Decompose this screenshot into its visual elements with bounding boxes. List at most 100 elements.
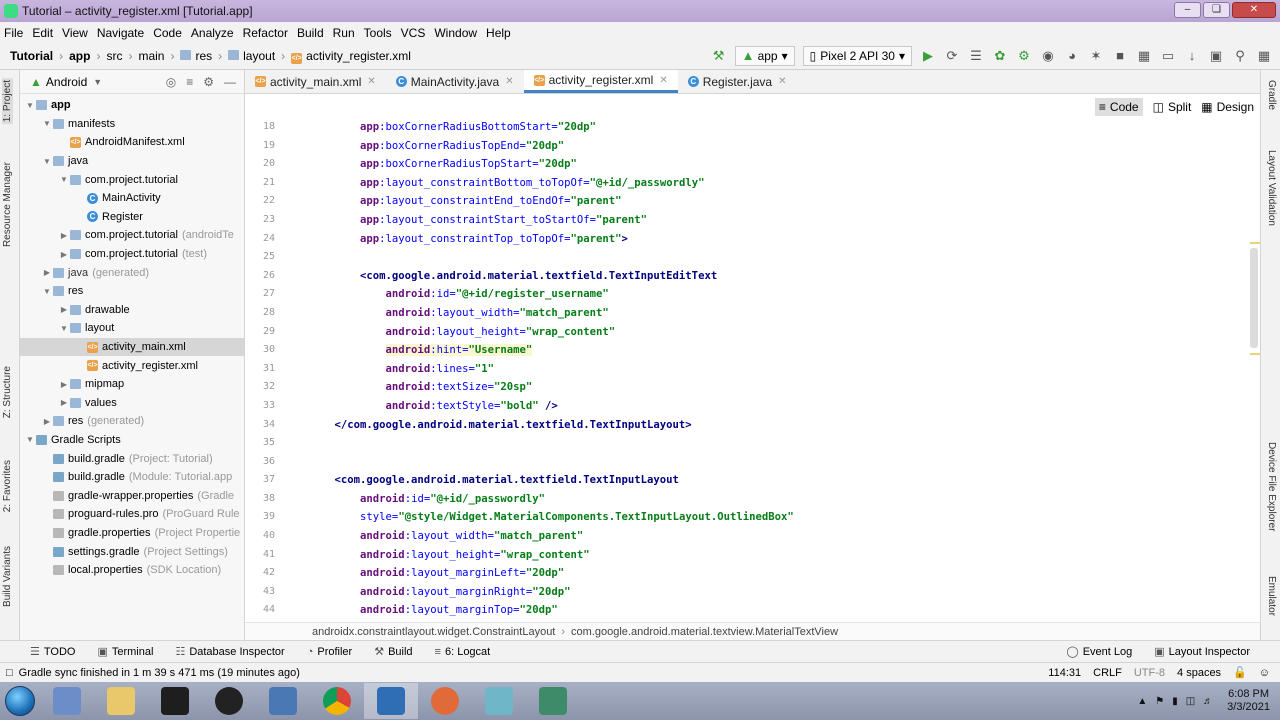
code-line[interactable]: app:boxCornerRadiusTopStart="20dp" <box>309 155 1239 174</box>
layout-inspector-icon[interactable]: ▣ <box>1208 48 1224 64</box>
expand-arrow-icon[interactable]: ▶ <box>58 250 70 259</box>
breadcrumb-item[interactable]: main <box>138 49 164 63</box>
code-line[interactable]: <com.google.android.material.textfield.T… <box>309 471 1239 490</box>
tree-item[interactable]: gradle-wrapper.properties (Gradle <box>20 486 244 505</box>
tree-item[interactable]: ▼ manifests <box>20 115 244 134</box>
tree-item[interactable]: build.gradle (Module: Tutorial.app <box>20 468 244 487</box>
settings-icon[interactable]: ▦ <box>1256 48 1272 64</box>
scrollbar-thumb[interactable] <box>1250 248 1258 348</box>
code-line[interactable]: android:layout_marginRight="20dp" <box>309 583 1239 602</box>
tree-item[interactable]: ▼ Gradle Scripts <box>20 431 244 450</box>
menu-item-analyze[interactable]: Analyze <box>191 26 234 40</box>
status-icon[interactable]: □ <box>6 667 13 679</box>
expand-arrow-icon[interactable]: ▶ <box>58 305 70 314</box>
expand-arrow-icon[interactable]: ▼ <box>24 101 36 110</box>
maximize-button[interactable]: ❏ <box>1203 2 1230 18</box>
code-line[interactable]: android:hint="Username" <box>309 341 1239 360</box>
tree-item[interactable]: ▶ res (generated) <box>20 412 244 431</box>
menu-item-file[interactable]: File <box>4 26 23 40</box>
expand-arrow-icon[interactable]: ▶ <box>41 417 53 426</box>
code-line[interactable]: android:layout_height="wrap_content" <box>309 323 1239 342</box>
code-line[interactable]: app:layout_constraintEnd_toEndOf="parent… <box>309 192 1239 211</box>
flag-icon[interactable]: ⚑ <box>1155 696 1164 707</box>
menu-item-edit[interactable]: Edit <box>32 26 53 40</box>
expand-arrow-icon[interactable]: ▶ <box>41 268 53 277</box>
tree-item[interactable]: </> AndroidManifest.xml <box>20 133 244 152</box>
tree-item[interactable]: settings.gradle (Project Settings) <box>20 542 244 561</box>
code-line[interactable]: app:layout_constraintTop_toTopOf="parent… <box>309 230 1239 249</box>
taskbar-app[interactable] <box>40 683 94 719</box>
expand-arrow-icon[interactable]: ▼ <box>24 435 36 444</box>
expand-arrow-icon[interactable]: ▼ <box>58 175 70 184</box>
tab-structure[interactable]: Z: Structure <box>2 366 13 418</box>
taskbar-app[interactable] <box>472 683 526 719</box>
warning-marker[interactable] <box>1250 353 1260 355</box>
tree-item[interactable]: </> activity_main.xml <box>20 337 244 357</box>
code-line[interactable]: android:layout_height="wrap_content" <box>309 546 1239 565</box>
taskbar-app[interactable] <box>94 683 148 719</box>
tree-item[interactable]: ▼ java <box>20 152 244 171</box>
tool-window-build[interactable]: ⚒ Build <box>374 645 412 659</box>
tab-favorites[interactable]: 2: Favorites <box>2 460 13 512</box>
code-line[interactable]: android:layout_marginLeft="20dp" <box>309 564 1239 583</box>
taskbar-app[interactable] <box>148 683 202 719</box>
tree-item[interactable]: ▶ values <box>20 394 244 413</box>
attach-process-icon[interactable]: ✶ <box>1088 48 1104 64</box>
tree-item[interactable]: ▼ app <box>20 96 244 115</box>
breadcrumb-item[interactable]: </> activity_register.xml <box>291 49 411 64</box>
code-mode-button[interactable]: ≡ Code <box>1094 98 1143 116</box>
network-icon[interactable]: ◫ <box>1186 696 1195 707</box>
breadcrumb-item[interactable]: layout <box>228 49 275 63</box>
menu-item-code[interactable]: Code <box>153 26 182 40</box>
code-line[interactable]: android:textSize="20sp" <box>309 378 1239 397</box>
menu-item-view[interactable]: View <box>62 26 88 40</box>
sdk-manager-icon[interactable]: ↓ <box>1184 48 1200 64</box>
menu-item-run[interactable]: Run <box>333 26 355 40</box>
chevron-down-icon[interactable]: ▼ <box>93 77 102 87</box>
clock[interactable]: 6:08 PM 3/3/2021 <box>1227 688 1270 714</box>
editor-scrollbar[interactable] <box>1248 118 1260 626</box>
code-line[interactable]: android:layout_marginTop="20dp" <box>309 601 1239 620</box>
breadcrumb-item[interactable]: Tutorial <box>10 49 53 63</box>
minimize-button[interactable]: – <box>1174 2 1201 18</box>
code-line[interactable]: android:textStyle="bold" /> <box>309 397 1239 416</box>
code-line[interactable]: app:layout_constraintBottom_toTopOf="@+i… <box>309 174 1239 193</box>
tab-mainactivity-java[interactable]: C MainActivity.java ✕ <box>386 70 524 93</box>
tab-activity-register-xml[interactable]: </> activity_register.xml ✕ <box>523 70 678 93</box>
tab-resource-manager[interactable]: Resource Manager <box>2 162 13 247</box>
expand-arrow-icon[interactable]: ▶ <box>58 380 70 389</box>
tree-item[interactable]: ▶ com.project.tutorial (test) <box>20 245 244 264</box>
tool-window-6-logcat[interactable]: ≡ 6: Logcat <box>435 646 491 658</box>
split-mode-button[interactable]: ◫ Split <box>1153 100 1192 114</box>
warning-marker[interactable] <box>1250 242 1260 244</box>
tree-item[interactable]: C Register <box>20 208 244 227</box>
expand-arrow-icon[interactable]: ▶ <box>58 231 70 240</box>
lock-icon[interactable]: 🔓 <box>1233 666 1247 679</box>
apply-code-changes-icon[interactable]: ☰ <box>968 48 984 64</box>
tab-emulator[interactable]: Emulator <box>1266 576 1277 616</box>
breadcrumb-item[interactable]: app <box>69 49 90 63</box>
hide-panel-icon[interactable]: — <box>224 75 236 89</box>
hammer-icon[interactable]: ⚒ <box>711 48 727 64</box>
tree-item[interactable]: ▶ drawable <box>20 301 244 320</box>
code-line[interactable]: android:id="@+id/_passwordly" <box>309 490 1239 509</box>
menu-item-build[interactable]: Build <box>297 26 324 40</box>
code-line[interactable]: app:boxCornerRadiusTopEnd="20dp" <box>309 137 1239 156</box>
stop-icon[interactable]: ■ <box>1112 48 1128 64</box>
code-line[interactable] <box>309 453 1239 472</box>
code-area[interactable]: app:boxCornerRadiusBottomStart="20dp" ap… <box>309 118 1239 626</box>
show-hidden-icons[interactable]: ▲ <box>1137 696 1147 707</box>
tab-layout-validation[interactable]: Layout Validation <box>1266 150 1277 226</box>
close-tab-icon[interactable]: ✕ <box>505 76 513 87</box>
expand-arrow-icon[interactable]: ▼ <box>41 119 53 128</box>
gear-icon[interactable]: ⚙ <box>203 75 214 89</box>
editor-breadcrumb-item[interactable]: com.google.android.material.textview.Mat… <box>571 626 838 638</box>
tree-item[interactable]: ▶ mipmap <box>20 375 244 394</box>
tree-item[interactable]: C MainActivity <box>20 189 244 208</box>
menu-item-navigate[interactable]: Navigate <box>97 26 144 40</box>
menu-item-refactor[interactable]: Refactor <box>243 26 288 40</box>
apply-changes-icon[interactable]: ⟳ <box>944 48 960 64</box>
breadcrumb-item[interactable]: res <box>180 49 212 63</box>
inspector-icon[interactable]: ☺ <box>1259 667 1270 679</box>
code-line[interactable]: </com.google.android.material.textfield.… <box>309 416 1239 435</box>
